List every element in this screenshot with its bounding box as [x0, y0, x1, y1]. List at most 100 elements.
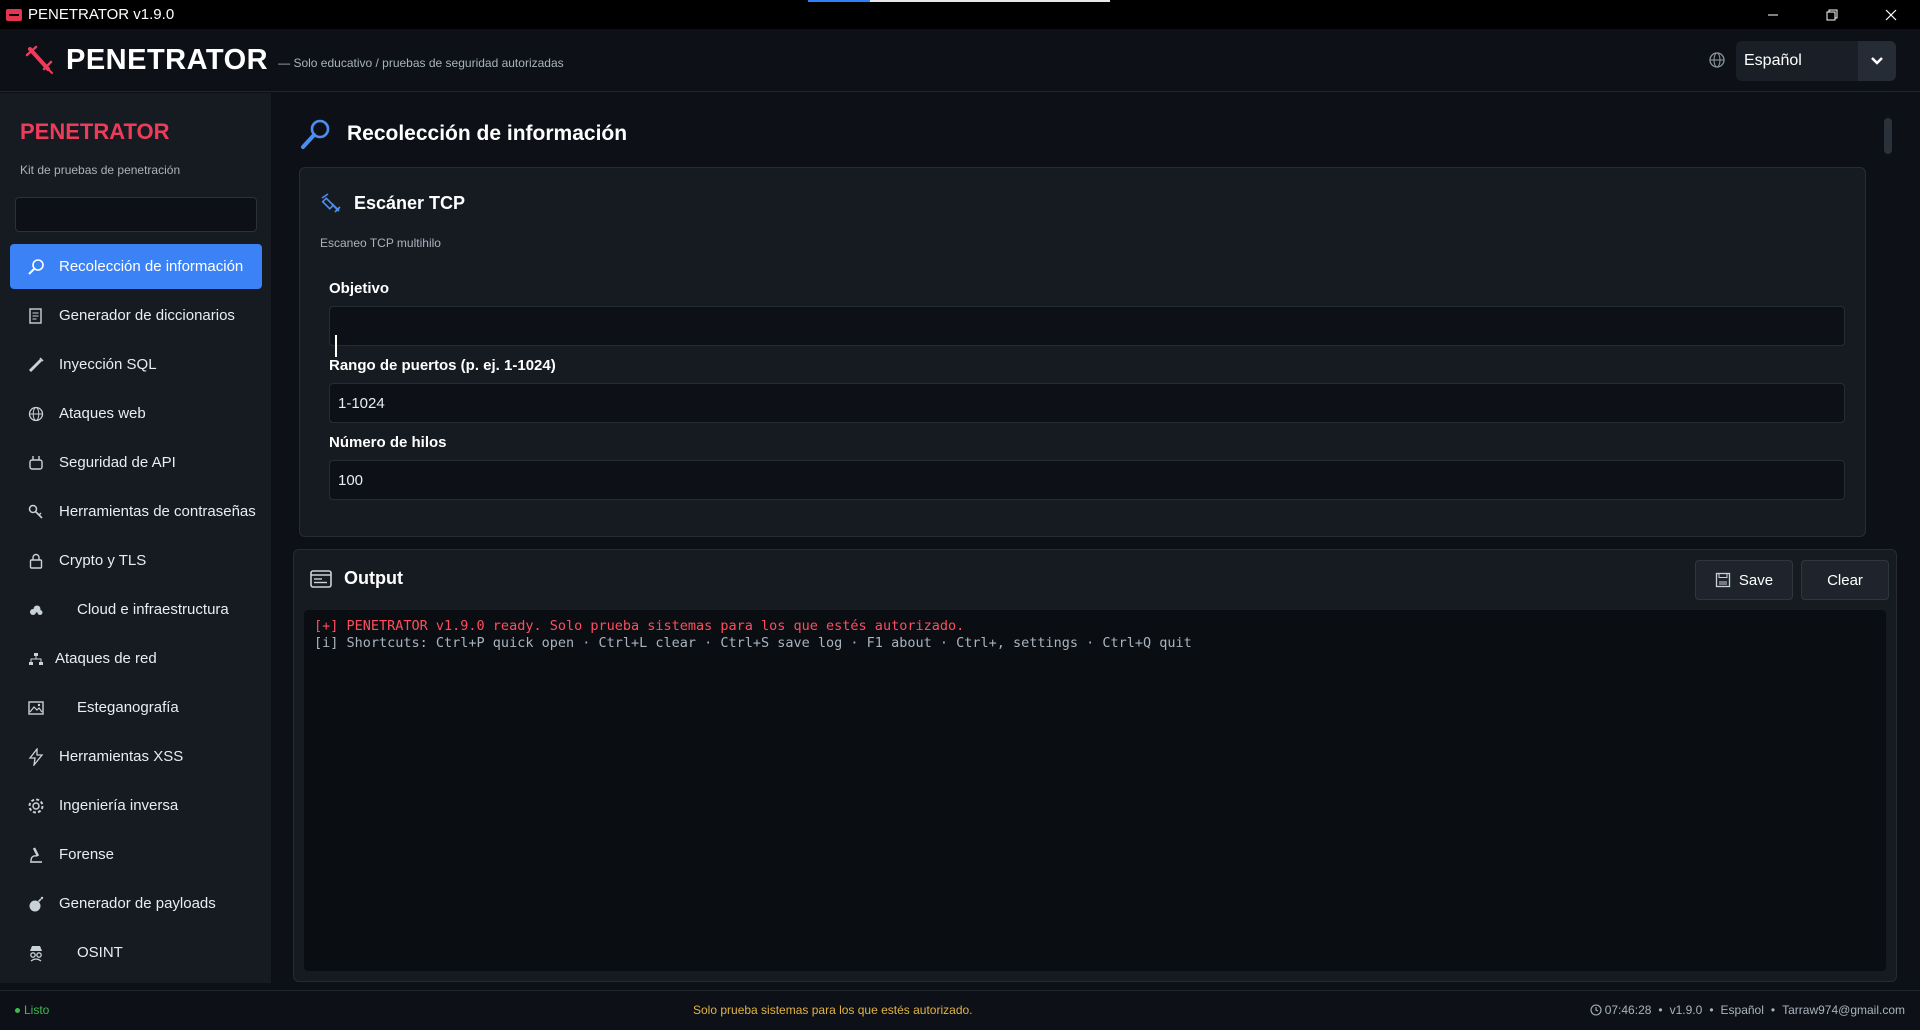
- cloud-icon: [26, 600, 46, 620]
- card-description: Escaneo TCP multihilo: [320, 236, 441, 250]
- clear-label: Clear: [1827, 571, 1863, 589]
- threads-label: Número de hilos: [329, 434, 447, 451]
- console-line: [+] PENETRATOR v1.9.0 ready. Solo prueba…: [314, 618, 965, 634]
- status-email: Tarraw974@gmail.com: [1782, 1003, 1905, 1017]
- sidebar-item-label: Herramientas de contraseñas: [59, 503, 256, 520]
- save-label: Save: [1738, 571, 1774, 589]
- close-icon: [1885, 9, 1896, 20]
- threads-input[interactable]: [329, 460, 1845, 500]
- notepad-icon: [26, 306, 46, 326]
- clock-icon: [1590, 1004, 1602, 1016]
- console-line: [i] Shortcuts: Ctrl+P quick open · Ctrl+…: [314, 635, 1192, 651]
- app-header: PENETRATOR — Solo educativo / pruebas de…: [0, 29, 1920, 92]
- status-warning: Solo prueba sistemas para los que estés …: [693, 1003, 973, 1017]
- sidebar-item-crypto[interactable]: Crypto y TLS: [10, 538, 262, 583]
- content-scrollbar[interactable]: [1884, 118, 1892, 154]
- port-range-label: Rango de puertos (p. ej. 1-1024): [329, 357, 556, 374]
- image-icon: [26, 698, 46, 718]
- section-header: Recolección de información: [299, 117, 627, 151]
- status-text: Listo: [24, 1003, 50, 1017]
- magnifier-icon: [26, 257, 46, 277]
- plug-icon: [26, 453, 46, 473]
- status-bar: Listo Solo prueba sistemas para los que …: [0, 990, 1920, 1030]
- loading-bar: [808, 0, 1110, 2]
- lightning-icon: [26, 747, 46, 767]
- sidebar-item-label: Generador de diccionarios: [59, 307, 235, 324]
- card-title: Escáner TCP: [354, 192, 466, 213]
- sidebar-item-api[interactable]: Seguridad de API: [10, 440, 262, 485]
- sidebar-item-label: Inyección SQL: [59, 356, 157, 373]
- close-button[interactable]: [1861, 0, 1920, 29]
- sidebar-item-diccionarios[interactable]: Generador de diccionarios: [10, 293, 262, 338]
- text-caret: [335, 335, 337, 357]
- sidebar-item-ingenieria[interactable]: Ingeniería inversa: [10, 783, 262, 828]
- minimize-icon: [1767, 14, 1778, 15]
- target-label: Objetivo: [329, 280, 390, 297]
- microscope-icon: [26, 845, 46, 865]
- status-info: 07:46:28 • v1.9.0 • Español • Tarraw974@…: [1590, 1003, 1905, 1017]
- tcp-scanner-card: Escáner TCP Escaneo TCP multihilo Objeti…: [299, 167, 1866, 537]
- status-time: 07:46:28: [1604, 1003, 1652, 1017]
- sidebar-item-contrasenas[interactable]: Herramientas de contraseñas: [10, 489, 262, 534]
- language-dropdown-button[interactable]: [1858, 41, 1896, 81]
- restore-icon: [1826, 9, 1837, 20]
- target-input[interactable]: [329, 306, 1845, 346]
- output-header: Output: [310, 568, 403, 589]
- sidebar-item-payloads[interactable]: Generador de payloads: [10, 881, 262, 926]
- key-icon: [26, 502, 46, 522]
- network-icon: [26, 649, 46, 669]
- globe-icon: [26, 404, 46, 424]
- sidebar-item-label: Recolección de información: [59, 258, 244, 275]
- sidebar-subtitle: Kit de pruebas de penetración: [20, 163, 181, 177]
- output-console[interactable]: [+] PENETRATOR v1.9.0 ready. Solo prueba…: [304, 610, 1886, 971]
- save-icon: [1715, 572, 1731, 588]
- restore-button[interactable]: [1802, 0, 1861, 29]
- sidebar-item-xss[interactable]: Herramientas XSS: [10, 734, 262, 779]
- sidebar-item-web[interactable]: Ataques web: [10, 391, 262, 436]
- sidebar-item-label: Crypto y TLS: [59, 552, 147, 569]
- syringe-icon: [26, 355, 46, 375]
- port-range-input[interactable]: [329, 383, 1845, 423]
- magnifier-icon: [301, 119, 330, 149]
- output-title: Output: [344, 568, 403, 588]
- clear-button[interactable]: Clear: [1801, 560, 1889, 600]
- language-value: Español: [1744, 52, 1802, 69]
- terminal-icon: [310, 569, 332, 588]
- sidebar-item-cloud[interactable]: Cloud e infraestructura: [10, 587, 262, 632]
- sidebar-item-osint[interactable]: OSINT: [10, 930, 262, 975]
- bomb-icon: [26, 894, 46, 914]
- sidebar-title: PENETRATOR: [20, 119, 170, 144]
- save-button[interactable]: Save: [1695, 560, 1793, 600]
- syringe-logo-icon: [25, 45, 53, 74]
- sidebar-item-label: Ataques de red: [55, 650, 157, 667]
- satellite-icon: [321, 193, 341, 213]
- sidebar-item-forense[interactable]: Forense: [10, 832, 262, 877]
- window-title: PENETRATOR v1.9.0: [28, 6, 175, 23]
- section-title: Recolección de información: [347, 122, 628, 145]
- app-tagline: — Solo educativo / pruebas de seguridad …: [278, 56, 564, 70]
- sidebar-item-label: Esteganografía: [77, 699, 179, 716]
- sidebar-item-recoleccion[interactable]: Recolección de información: [10, 244, 262, 289]
- main-content: Recolección de información Escáner TCP E…: [273, 93, 1920, 537]
- gear-icon: [26, 796, 46, 816]
- card-header: Escáner TCP: [320, 192, 465, 214]
- sidebar-nav: Recolección de información Generador de …: [10, 244, 262, 979]
- sidebar-item-label: Herramientas XSS: [59, 748, 184, 765]
- sidebar-item-sql[interactable]: Inyección SQL: [10, 342, 262, 387]
- sidebar-item-label: Ingeniería inversa: [59, 797, 179, 814]
- chevron-down-icon: [1871, 57, 1883, 65]
- minimize-button[interactable]: [1743, 0, 1802, 29]
- status-version: v1.9.0: [1669, 1003, 1703, 1017]
- window-titlebar: PENETRATOR v1.9.0: [0, 0, 1920, 29]
- status-language: Español: [1720, 1003, 1764, 1017]
- sidebar-item-label: Cloud e infraestructura: [77, 601, 229, 618]
- language-select[interactable]: Español: [1736, 41, 1896, 81]
- sidebar-item-red[interactable]: Ataques de red: [10, 636, 262, 681]
- sidebar-item-label: Seguridad de API: [59, 454, 176, 471]
- spy-icon: [26, 943, 46, 963]
- sidebar-search-input[interactable]: [15, 197, 257, 232]
- app-brand: PENETRATOR: [66, 43, 269, 76]
- sidebar-item-esteganografia[interactable]: Esteganografía: [10, 685, 262, 730]
- status-dot: [15, 1007, 20, 1013]
- lock-icon: [26, 551, 46, 571]
